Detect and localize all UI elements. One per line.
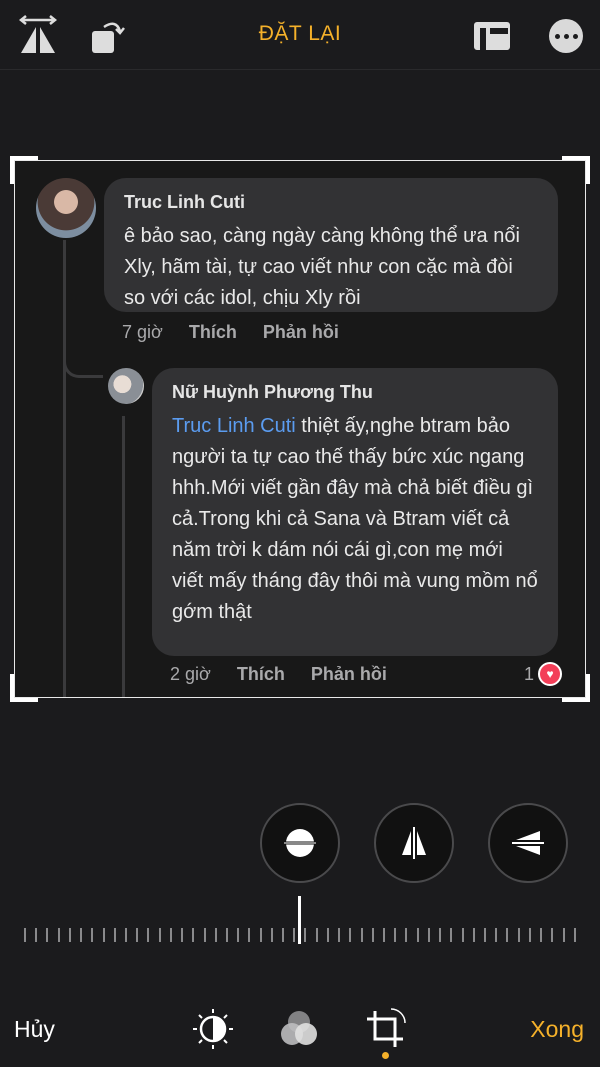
mention-link: Truc Linh Cuti (172, 415, 296, 437)
ruler-tick (192, 928, 195, 942)
ruler-tick (394, 928, 397, 942)
crop-icon[interactable] (362, 1006, 408, 1052)
adjust-icon[interactable] (190, 1006, 236, 1052)
ruler-tick (349, 928, 352, 942)
thread-curve (63, 356, 103, 378)
filters-icon[interactable] (276, 1006, 322, 1052)
ruler-tick (540, 928, 543, 942)
reply-meta: 2 giờ Thích Phản hồi (170, 664, 387, 685)
ruler-tick (416, 928, 419, 942)
top-toolbar: ĐẶT LẠI (0, 0, 600, 70)
ruler-tick (113, 928, 116, 942)
more-icon[interactable] (544, 14, 588, 58)
ruler-tick (35, 928, 38, 942)
ruler-tick (338, 928, 341, 942)
ruler-tick (169, 928, 172, 942)
comment-bubble: Truc Linh Cuti ê bảo sao, càng ngày càng… (104, 178, 558, 312)
ruler-tick (371, 928, 374, 942)
ruler-tick (461, 928, 464, 942)
ruler-tick (360, 928, 363, 942)
ruler-tick (528, 928, 531, 942)
ruler-tick (46, 928, 49, 942)
thread-line-reply (122, 416, 125, 698)
ruler-tick (57, 928, 60, 942)
ruler-tick (68, 928, 71, 942)
ruler-indicator (298, 896, 301, 944)
aspect-ratio-icon[interactable] (470, 14, 514, 58)
ruler-tick (24, 928, 26, 942)
ruler-tick (237, 928, 240, 942)
thread-line (63, 240, 66, 698)
reply-link: Phản hồi (262, 322, 339, 342)
ruler-tick (91, 928, 94, 942)
avatar (36, 178, 96, 238)
flip-icon[interactable] (16, 14, 60, 58)
more-button[interactable] (549, 19, 583, 53)
ruler-tick (483, 928, 486, 942)
ruler-tick (270, 928, 273, 942)
ruler-tick (293, 928, 296, 942)
ruler-tick (315, 928, 318, 942)
horizontal-perspective-button[interactable] (488, 803, 568, 883)
reset-button[interactable]: ĐẶT LẠI (220, 22, 380, 46)
photo-preview[interactable]: Truc Linh Cuti ê bảo sao, càng ngày càng… (14, 160, 586, 698)
ruler-tick (495, 928, 498, 942)
ruler-tick (326, 928, 329, 942)
ruler-tick (506, 928, 509, 942)
ruler-tick (136, 928, 139, 942)
reply-bubble: Nữ Huỳnh Phương Thu Truc Linh Cuti thiệt… (152, 368, 558, 656)
active-tool-indicator (382, 1052, 389, 1059)
ruler-tick (181, 928, 184, 942)
comment-time: 7 giờ (122, 322, 163, 342)
reply-link: Phản hồi (310, 664, 387, 684)
reaction-count: 1 ♥ (524, 662, 563, 686)
reaction-number: 1 (524, 663, 535, 684)
ruler-tick (551, 928, 554, 942)
ruler-tick (405, 928, 408, 942)
ruler-tick (439, 928, 442, 942)
reply-author: Nữ Huỳnh Phương Thu (172, 382, 373, 402)
comment-meta: 7 giờ Thích Phản hồi (122, 322, 339, 343)
ruler-tick (573, 928, 576, 942)
avatar (108, 368, 144, 404)
ruler-tick (562, 928, 565, 942)
like-link: Thích (188, 322, 237, 342)
ruler-tick (158, 928, 161, 942)
comment-text: ê bảo sao, càng ngày càng không thể ưa n… (124, 225, 520, 309)
comment-author: Truc Linh Cuti (124, 192, 245, 212)
done-button[interactable]: Xong (530, 1016, 584, 1043)
bottom-toolbar: Hủy Xong (0, 1000, 600, 1067)
horizontal-perspective-icon (512, 831, 544, 855)
rotate-icon[interactable] (86, 14, 130, 58)
ruler-tick (383, 928, 385, 942)
ruler-tick (203, 928, 206, 942)
ruler-tick (450, 928, 453, 942)
heart-icon: ♥ (538, 662, 563, 686)
ruler-tick (282, 928, 285, 942)
ruler-tick (214, 928, 217, 942)
vertical-perspective-icon (402, 827, 426, 859)
straighten-button[interactable] (260, 803, 340, 883)
ruler-tick (248, 928, 251, 942)
ruler-tick (427, 928, 430, 942)
vertical-perspective-button[interactable] (374, 803, 454, 883)
ruler-tick (124, 928, 127, 942)
reply-time: 2 giờ (170, 664, 211, 684)
ruler-tick (102, 928, 105, 942)
ruler-tick (147, 928, 150, 942)
like-link: Thích (236, 664, 285, 684)
straighten-icon (282, 829, 318, 857)
ruler-tick (304, 928, 307, 942)
ruler-tick (225, 928, 228, 942)
ruler-tick (517, 928, 520, 942)
ruler-tick (80, 928, 83, 942)
cancel-button[interactable]: Hủy (14, 1016, 55, 1043)
ruler-tick (259, 928, 262, 942)
ruler-tick (472, 928, 475, 942)
reply-text: Truc Linh Cuti thiệt ấy,nghe btram bảo n… (172, 415, 538, 623)
